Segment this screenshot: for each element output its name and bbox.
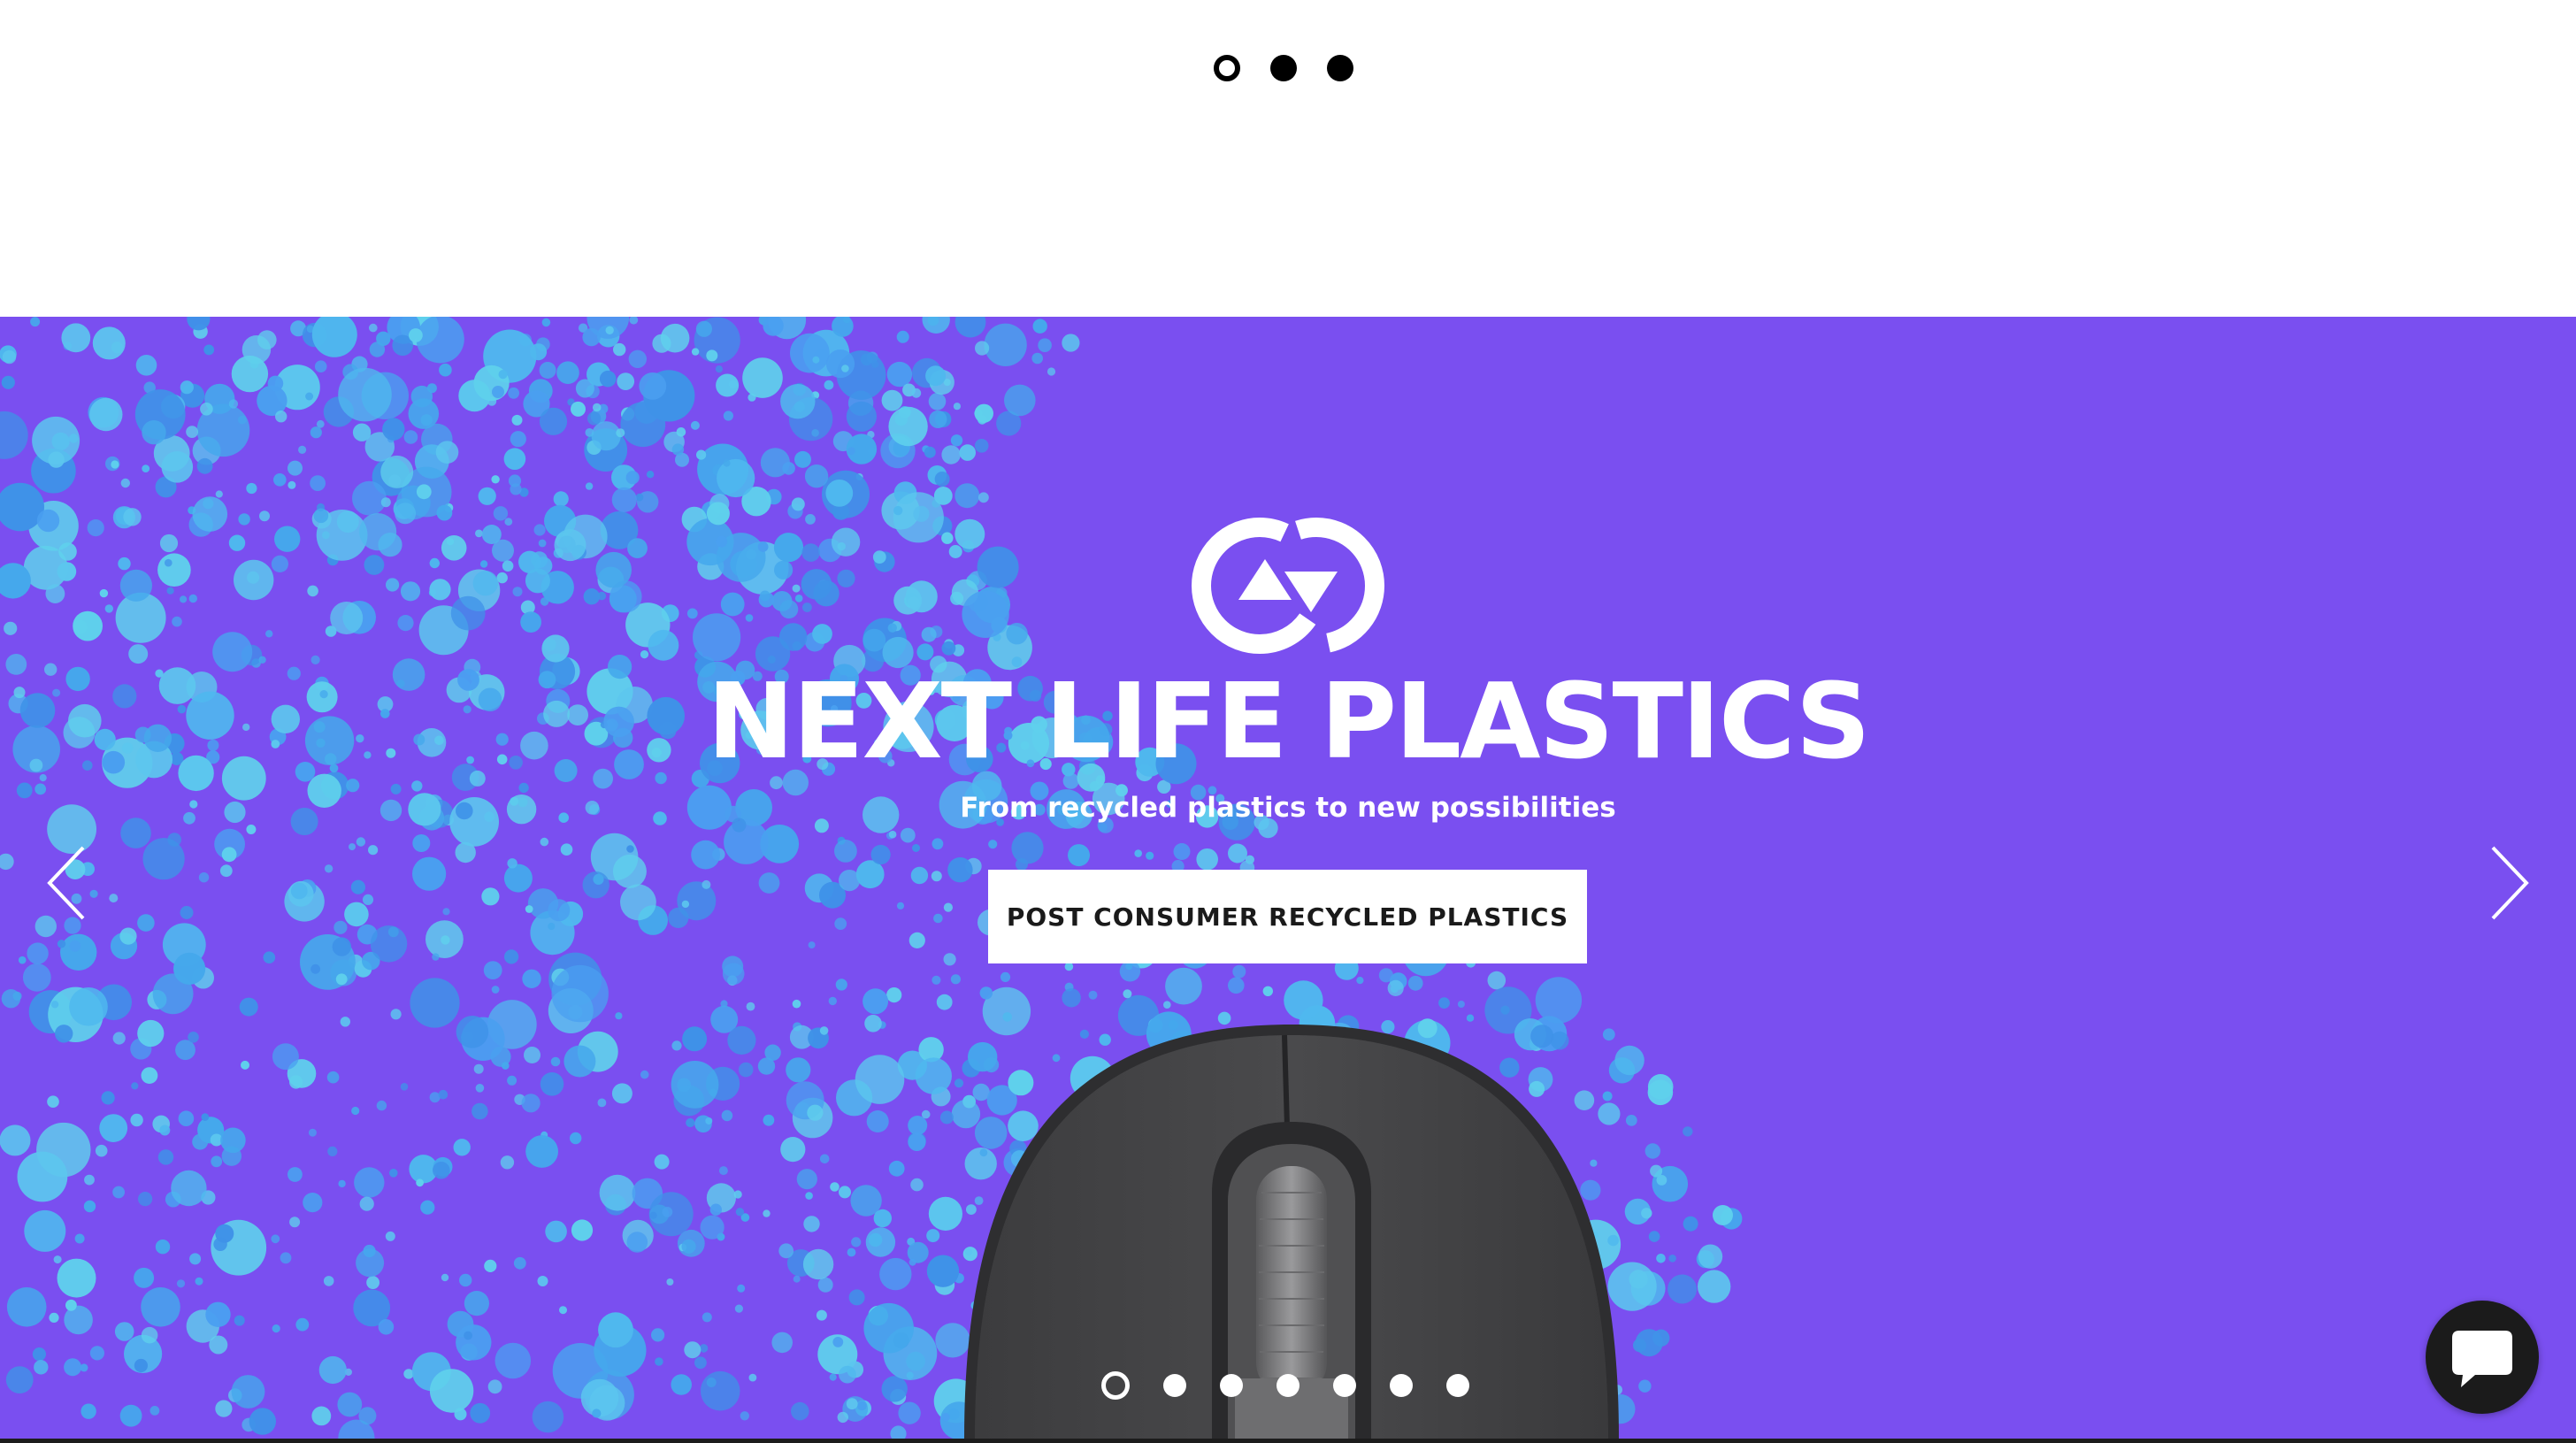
hero-carousel-dot-6[interactable]	[1390, 1374, 1413, 1397]
hero-carousel-dot-3[interactable]	[1220, 1374, 1243, 1397]
top-carousel-dot-1[interactable]	[1214, 55, 1240, 81]
hero-banner: NEXT LIFE PLASTICS From recycled plastic…	[0, 317, 2576, 1439]
top-carousel-dot-2[interactable]	[1270, 55, 1297, 81]
top-carousel	[0, 0, 2576, 317]
carousel-prev-button[interactable]	[37, 839, 99, 927]
chevron-left-icon	[47, 846, 85, 920]
hero-carousel-dot-7[interactable]	[1446, 1374, 1469, 1397]
hero-carousel-dot-5[interactable]	[1333, 1374, 1356, 1397]
hero-title: NEXT LIFE PLASTICS	[707, 660, 1870, 782]
page-bottom-border	[0, 1439, 2576, 1443]
hero-subtitle: From recycled plastics to new possibilit…	[960, 792, 1616, 824]
hero-carousel-dot-4[interactable]	[1276, 1374, 1300, 1397]
carousel-next-button[interactable]	[2477, 839, 2539, 927]
chat-button[interactable]	[2426, 1301, 2539, 1414]
hero-carousel-pagination	[1101, 1371, 1469, 1400]
top-carousel-pagination	[1214, 55, 1353, 81]
recycle-arrows-icon	[1192, 518, 1384, 654]
top-carousel-dot-3[interactable]	[1327, 55, 1353, 81]
hero-carousel-dot-2[interactable]	[1163, 1374, 1186, 1397]
hero-carousel-dot-1[interactable]	[1101, 1371, 1130, 1400]
chevron-right-icon	[2491, 846, 2529, 920]
chat-bubble-icon	[2452, 1331, 2512, 1387]
post-consumer-recycled-plastics-button[interactable]: POST CONSUMER RECYCLED PLASTICS	[988, 870, 1587, 963]
